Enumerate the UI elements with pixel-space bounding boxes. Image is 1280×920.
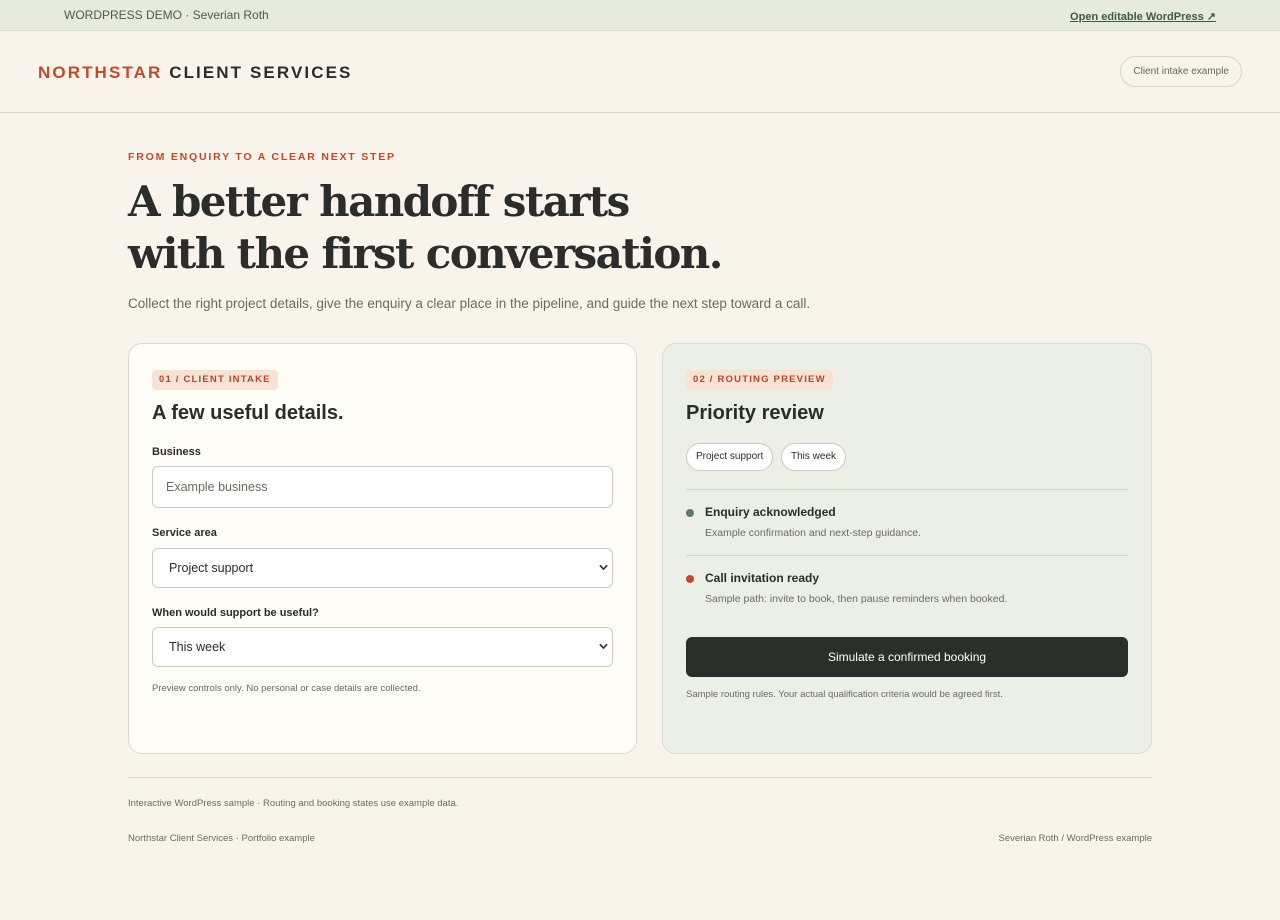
chip-timing: This week [781,443,847,471]
service-area-label: Service area [152,527,217,539]
routing-divider [686,489,1128,490]
brand-accent: NORTHSTAR [38,63,163,82]
hero-lede: Collect the right project details, give … [128,296,811,311]
hero-eyebrow: FROM ENQUIRY TO A CLEAR NEXT STEP [128,151,396,163]
timing-label: When would support be useful? [152,607,319,619]
footer-note: Interactive WordPress sample · Routing a… [128,798,459,809]
intake-note: Preview controls only. No personal or ca… [152,683,421,694]
routing-footnote: Sample routing rules. Your actual qualif… [686,689,1003,700]
step-title: Call invitation ready [705,571,820,585]
chip-service: Project support [686,443,774,471]
footer-divider [128,777,1152,778]
step-status-dot [686,509,694,517]
routing-title: Priority review [686,402,824,424]
chevron-down-icon [599,564,608,570]
routing-preview-card: 02 / ROUTING PREVIEW Priority review Pro… [662,343,1152,754]
business-label: Business [152,446,201,458]
client-intake-card: 01 / CLIENT INTAKE A few useful details.… [128,343,637,754]
routing-tag: 02 / ROUTING PREVIEW [686,370,833,390]
step-title: Enquiry acknowledged [705,505,836,519]
timing-value: This week [169,640,226,654]
intake-title: A few useful details. [152,402,344,424]
hero-title: A better handoff starts with the first c… [128,176,723,280]
service-area-value: Project support [169,561,254,575]
brand-logo[interactable]: NORTHSTAR CLIENT SERVICES [38,63,352,83]
hero-title-line-1: A better handoff starts [128,177,630,226]
routing-divider [686,555,1128,556]
client-intake-pill: Client intake example [1120,56,1242,87]
service-area-select[interactable]: Project support [152,548,613,588]
business-input[interactable]: Example business [152,466,613,508]
demo-label: WORDPRESS DEMO · Severian Roth [64,8,269,22]
site-header: NORTHSTAR CLIENT SERVICES Client intake … [0,31,1280,113]
step-description: Sample path: invite to book, then pause … [705,593,1008,605]
footer-right: Severian Roth / WordPress example [998,833,1152,844]
brand-name: CLIENT SERVICES [169,63,353,82]
footer-left: Northstar Client Services · Portfolio ex… [128,833,315,844]
hero-title-line-2: with the first conversation. [128,229,723,278]
simulate-booking-button[interactable]: Simulate a confirmed booking [686,637,1128,677]
timing-select[interactable]: This week [152,627,613,667]
chevron-down-icon [599,643,608,649]
open-editable-wordpress-link[interactable]: Open editable WordPress ↗ [1070,10,1216,23]
step-description: Example confirmation and next-step guida… [705,527,921,539]
demo-topbar: WORDPRESS DEMO · Severian Roth Open edit… [0,0,1280,31]
step-status-dot [686,575,694,583]
intake-tag: 01 / CLIENT INTAKE [152,370,278,390]
